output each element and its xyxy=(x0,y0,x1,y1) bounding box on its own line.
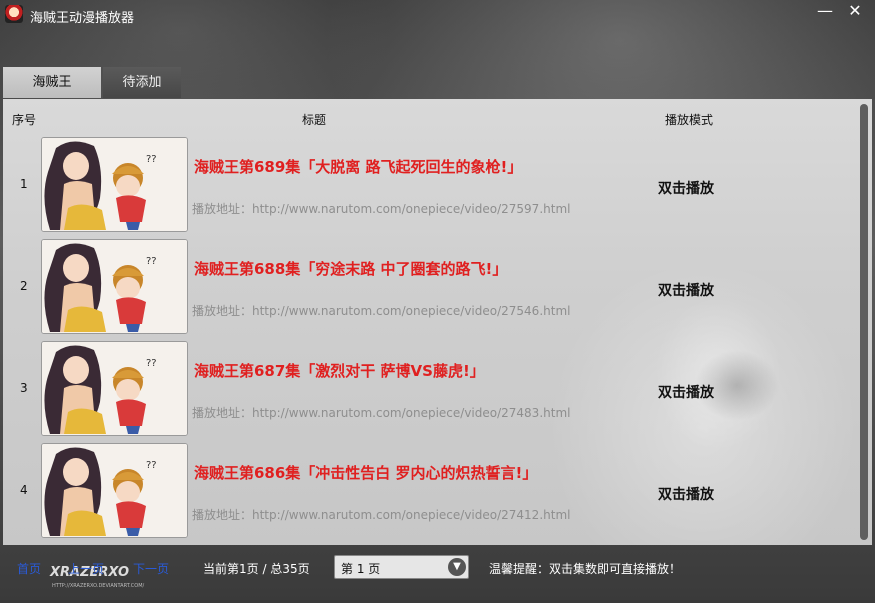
vertical-scrollbar[interactable] xyxy=(860,104,868,540)
page-select-value: 第 1 页 xyxy=(341,562,381,576)
svg-text:??: ?? xyxy=(146,358,157,369)
app-window: 海贼王动漫播放器 — ✕ 海贼王 待添加 序号 标题 播放模式 1 ?? 海贼王… xyxy=(0,0,875,603)
header-mode: 播放模式 xyxy=(665,113,714,127)
tip-text: 温馨提醒：双击集数即可直接播放！ xyxy=(489,562,682,576)
table-row[interactable]: 2 ?? 海贼王第688集「穷途末路 中了圈套的路飞!」 播放地址：http:/… xyxy=(3,239,858,337)
pagination-bar: XRAZERXO HTTP://XRAZERXO.DEVIANTART.COM/… xyxy=(0,545,875,603)
svg-text:??: ?? xyxy=(146,256,157,267)
header-index: 序号 xyxy=(12,113,37,127)
first-page-link[interactable]: 首页 xyxy=(17,560,41,577)
episode-title[interactable]: 海贼王第686集「冲击性告白 罗内心的炽热誓言!」 xyxy=(194,462,537,483)
tab-bar: 海贼王 待添加 xyxy=(0,67,875,99)
episode-title[interactable]: 海贼王第687集「激烈对干 萨博VS藤虎!」 xyxy=(194,360,485,381)
tab-to-add[interactable]: 待添加 xyxy=(103,67,181,98)
row-index: 1 xyxy=(20,177,28,191)
svg-text:??: ?? xyxy=(146,460,157,471)
svg-text:??: ?? xyxy=(146,154,157,165)
episode-thumbnail: ?? xyxy=(41,239,188,334)
header-title: 标题 xyxy=(302,113,327,127)
episode-list-panel: 序号 标题 播放模式 1 ?? 海贼王第689集「大脱离 路飞起死回生的象枪!」… xyxy=(3,99,872,545)
next-page-link[interactable]: 下一页 xyxy=(133,560,169,577)
table-header: 序号 标题 播放模式 xyxy=(3,99,863,135)
tab-onepiece[interactable]: 海贼王 xyxy=(3,67,101,98)
scrollbar-thumb[interactable] xyxy=(860,104,868,540)
row-index: 4 xyxy=(20,483,28,497)
episode-thumbnail: ?? xyxy=(41,341,188,436)
watermark-url: HTTP://XRAZERXO.DEVIANTART.COM/ xyxy=(52,583,145,589)
table-row[interactable]: 3 ?? 海贼王第687集「激烈对干 萨博VS藤虎!」 播放地址：http://… xyxy=(3,341,858,439)
window-title: 海贼王动漫播放器 xyxy=(30,11,135,26)
app-logo-icon xyxy=(5,5,23,23)
thumbnail-art: ?? xyxy=(42,138,187,231)
page-select[interactable]: 第 1 页 ▼ xyxy=(334,555,469,579)
episode-url: 播放地址：http://www.narutom.com/onepiece/vid… xyxy=(192,202,571,216)
table-row[interactable]: 1 ?? 海贼王第689集「大脱离 路飞起死回生的象枪!」 播放地址：http:… xyxy=(3,137,858,235)
thumbnail-art: ?? xyxy=(42,240,187,333)
episode-url: 播放地址：http://www.narutom.com/onepiece/vid… xyxy=(192,508,571,522)
thumbnail-art: ?? xyxy=(42,342,187,435)
play-mode[interactable]: 双击播放 xyxy=(658,280,714,300)
episode-title[interactable]: 海贼王第689集「大脱离 路飞起死回生的象枪!」 xyxy=(194,156,522,177)
row-index: 3 xyxy=(20,381,28,395)
play-mode[interactable]: 双击播放 xyxy=(658,382,714,402)
play-mode[interactable]: 双击播放 xyxy=(658,178,714,198)
prev-page-link[interactable]: 上一页 xyxy=(68,560,104,577)
episode-title[interactable]: 海贼王第688集「穷途末路 中了圈套的路飞!」 xyxy=(194,258,507,279)
episode-url: 播放地址：http://www.narutom.com/onepiece/vid… xyxy=(192,406,571,420)
title-bar: 海贼王动漫播放器 — ✕ xyxy=(0,0,875,30)
page-info: 当前第1页 / 总35页 xyxy=(203,562,310,576)
play-mode[interactable]: 双击播放 xyxy=(658,484,714,504)
row-index: 2 xyxy=(20,279,28,293)
table-row[interactable]: 4 ?? 海贼王第686集「冲击性告白 罗内心的炽热誓言!」 播放地址：http… xyxy=(3,443,858,541)
episode-thumbnail: ?? xyxy=(41,137,188,232)
episode-thumbnail: ?? xyxy=(41,443,188,538)
minimize-button[interactable]: — xyxy=(810,0,840,22)
close-button[interactable]: ✕ xyxy=(840,0,870,22)
chevron-down-icon[interactable]: ▼ xyxy=(448,558,466,576)
episode-url: 播放地址：http://www.narutom.com/onepiece/vid… xyxy=(192,304,571,318)
thumbnail-art: ?? xyxy=(42,444,187,537)
